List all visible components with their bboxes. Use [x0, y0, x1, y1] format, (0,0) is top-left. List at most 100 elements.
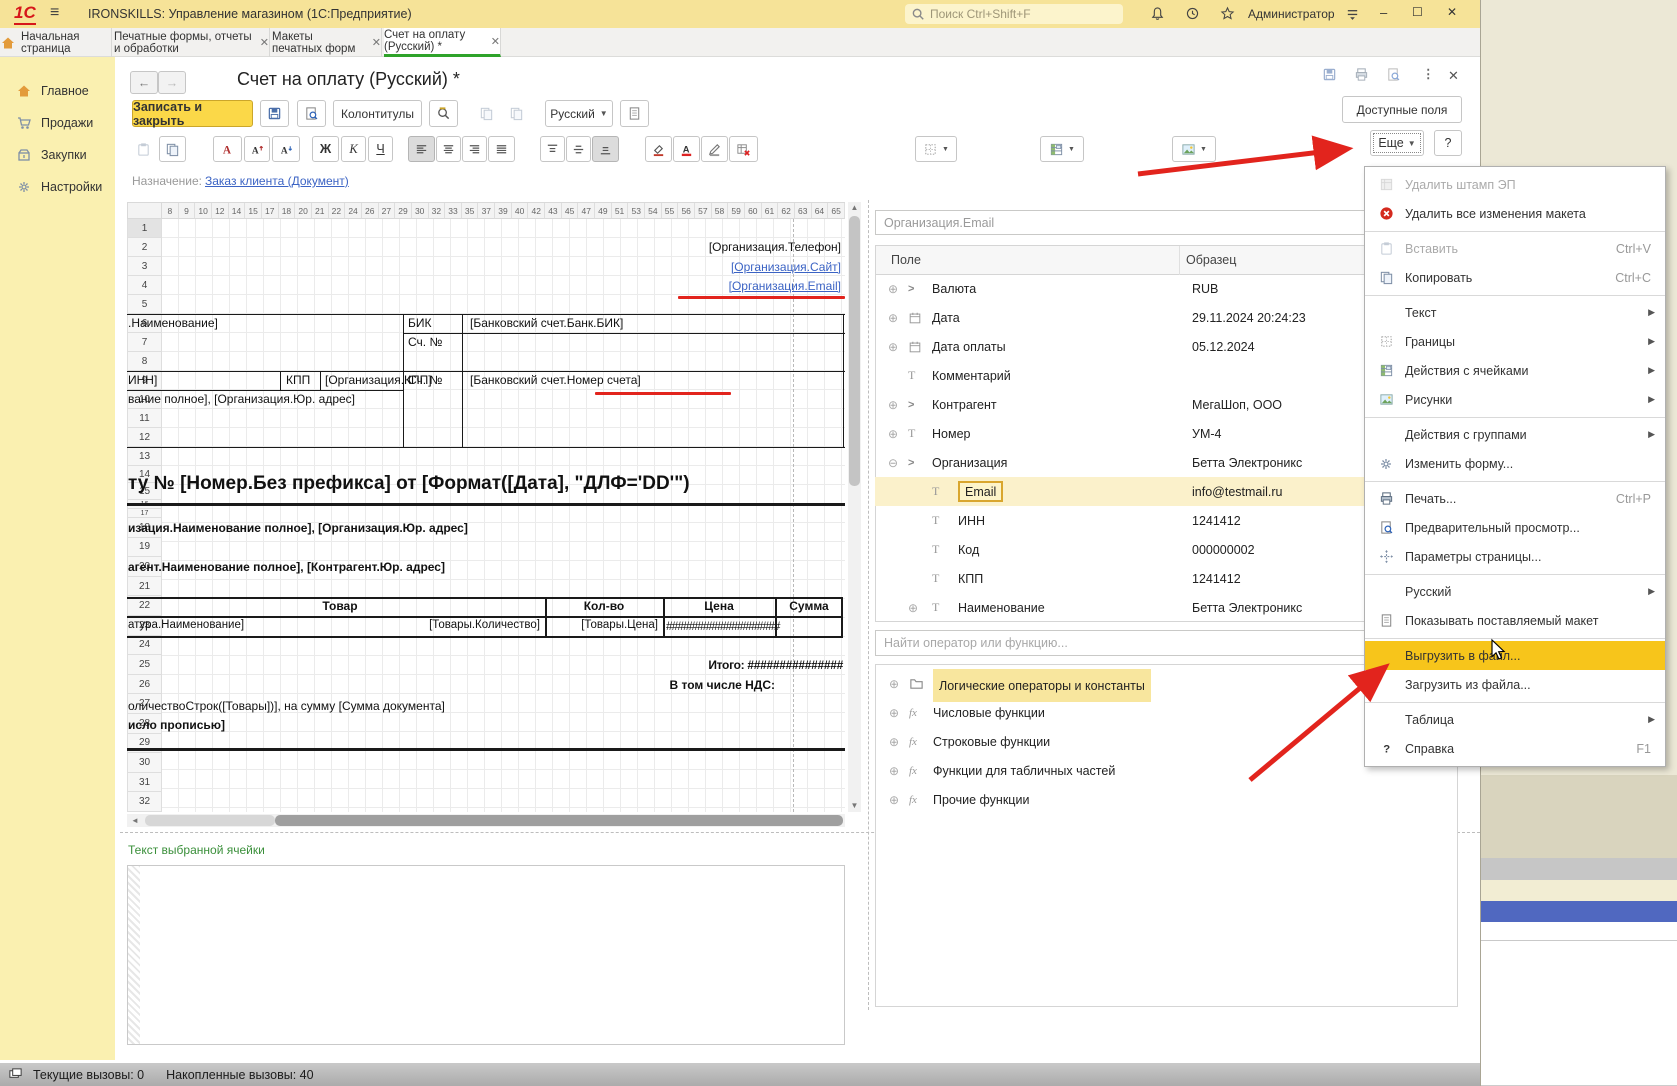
expand-plus-icon[interactable]: ⊕	[888, 419, 898, 448]
menu-item-12[interactable]: Изменить форму...	[1365, 449, 1665, 478]
field-label[interactable]: Организация	[932, 448, 1007, 477]
cell-actions-dropdown[interactable]: ▼	[1040, 136, 1084, 162]
column-header[interactable]: 22	[329, 203, 346, 219]
menu-item-11[interactable]: Действия с группами▶	[1365, 420, 1665, 449]
sheet-column-headers[interactable]: 8910121415171820212224262729303233353739…	[162, 202, 845, 219]
more-button[interactable]: Еще▼	[1370, 130, 1424, 156]
column-header[interactable]: 47	[578, 203, 595, 219]
scroll-track-left[interactable]	[145, 815, 275, 826]
column-header[interactable]: 37	[478, 203, 495, 219]
column-header[interactable]: 58	[712, 203, 729, 219]
column-header[interactable]: 63	[795, 203, 812, 219]
tab-close-icon[interactable]: ✕	[491, 35, 500, 48]
row-header[interactable]: 5	[127, 295, 162, 314]
font-decrease-button[interactable]: А	[272, 136, 300, 162]
row-header[interactable]: 30	[127, 753, 162, 773]
selected-cell-textarea[interactable]	[127, 865, 845, 1045]
cell-account-label-2[interactable]: Сч. №	[408, 373, 442, 387]
tab-1[interactable]: Печатные формы, отчеты и обработки✕	[114, 28, 270, 57]
cell-invoice-title[interactable]: ту № [Номер.Без префикса] от [Формат([Да…	[128, 473, 843, 495]
save-and-close-button[interactable]: Записать и закрыть	[132, 100, 253, 127]
bold-button[interactable]: Ж	[312, 136, 339, 162]
sheet-horizontal-scrollbar[interactable]: ◄	[127, 814, 845, 827]
tab-close-icon[interactable]: ✕	[260, 36, 269, 49]
window-minimize-button[interactable]: –	[1380, 5, 1387, 20]
window-close-button[interactable]: ✕	[1447, 5, 1457, 19]
column-header[interactable]: 20	[295, 203, 312, 219]
column-header[interactable]: 57	[695, 203, 712, 219]
column-header[interactable]: 12	[212, 203, 229, 219]
column-header[interactable]: 26	[362, 203, 379, 219]
field-label[interactable]: КПП	[958, 564, 983, 593]
expand-plus-icon[interactable]: ⊕	[889, 785, 899, 814]
main-menu-icon[interactable]: ≡	[50, 4, 59, 22]
column-header[interactable]: 35	[462, 203, 479, 219]
doc-kebab-menu-icon[interactable]: ⋮	[1422, 66, 1435, 81]
column-header[interactable]: 45	[562, 203, 579, 219]
cell-bik-label[interactable]: БИК	[408, 316, 432, 330]
save-button[interactable]	[260, 100, 289, 127]
valign-bottom-button[interactable]	[592, 136, 619, 162]
scroll-thumb[interactable]	[849, 216, 860, 486]
copy-button[interactable]	[159, 136, 186, 162]
column-header[interactable]: 15	[245, 203, 262, 219]
valign-top-button[interactable]	[540, 136, 565, 162]
fill-color-button[interactable]	[645, 136, 672, 162]
tab-2[interactable]: Макеты печатных форм✕	[272, 28, 382, 57]
borders-dropdown[interactable]: ▼	[915, 136, 957, 162]
cell-row-qty[interactable]: [Товары.Количество]	[429, 619, 540, 631]
scroll-left-arrow[interactable]: ◄	[131, 816, 139, 825]
notifications-bell-icon[interactable]	[1150, 6, 1165, 21]
menu-item-25[interactable]: ?СправкаF1	[1365, 734, 1665, 763]
cell-org-phone[interactable]: [Организация.Телефон]	[709, 240, 841, 254]
operator-group-label[interactable]: Строковые функции	[933, 727, 1050, 756]
global-search-input[interactable]: Поиск Ctrl+Shift+F	[905, 4, 1123, 24]
italic-button[interactable]: К	[341, 136, 366, 162]
operator-group-label[interactable]: Функции для табличных частей	[933, 756, 1115, 785]
menu-item-19[interactable]: Показывать поставляемый макет	[1365, 606, 1665, 635]
column-header[interactable]: 10	[195, 203, 212, 219]
cell-row-price[interactable]: [Товары.Цена]	[581, 619, 658, 631]
column-header[interactable]: 9	[179, 203, 196, 219]
column-header[interactable]: 40	[512, 203, 529, 219]
column-header[interactable]: 59	[728, 203, 745, 219]
scroll-up-arrow[interactable]: ▲	[848, 202, 861, 214]
column-header[interactable]: 30	[412, 203, 429, 219]
cell-org-site[interactable]: [Организация.Сайт]	[731, 260, 841, 274]
doc-preview-icon[interactable]	[1386, 67, 1401, 82]
sidebar-item-settings[interactable]: Настройки	[0, 173, 115, 201]
cell-header-cena[interactable]: Цена	[663, 599, 775, 613]
paste-button[interactable]	[130, 136, 157, 162]
sheet-vertical-scrollbar[interactable]: ▲ ▼	[848, 202, 861, 812]
menu-item-14[interactable]: Печать...Ctrl+P	[1365, 484, 1665, 513]
favorites-star-icon[interactable]	[1220, 6, 1235, 21]
operator-group-row[interactable]: ⊕fxПрочие функции	[876, 785, 1457, 814]
row-header[interactable]: 21	[127, 577, 162, 597]
font-increase-button[interactable]: А	[244, 136, 270, 162]
row-header[interactable]: 7	[127, 333, 162, 352]
row-header[interactable]: 25	[127, 655, 162, 675]
cell-inn[interactable]: ИНН]	[128, 373, 157, 387]
field-label-selected[interactable]: Email	[958, 479, 1003, 504]
column-header[interactable]: 61	[762, 203, 779, 219]
headers-footers-button[interactable]: Колонтитулы	[333, 100, 422, 127]
menu-item-4[interactable]: КопироватьCtrl+C	[1365, 263, 1665, 292]
row-header[interactable]: 12	[127, 428, 162, 447]
column-header[interactable]: 32	[429, 203, 446, 219]
cell-amount-words[interactable]: исло прописью]	[128, 718, 225, 732]
cell-contragent-line[interactable]: агент.Наименование полное], [Контрагент.…	[128, 560, 445, 574]
sheet-grid[interactable]	[162, 219, 845, 812]
cell-nds[interactable]: В том числе НДС:	[670, 678, 775, 692]
cell-kpp-label[interactable]: КПП	[286, 373, 310, 387]
expand-plus-icon[interactable]: ⊕	[908, 593, 918, 622]
font-button[interactable]: А	[213, 136, 242, 162]
history-icon[interactable]	[1185, 6, 1200, 21]
preview-button[interactable]	[297, 100, 326, 127]
align-left-button[interactable]	[408, 136, 435, 162]
help-button[interactable]: ?	[1434, 130, 1462, 156]
column-header[interactable]: 8	[162, 203, 179, 219]
column-header[interactable]: 27	[379, 203, 396, 219]
column-header[interactable]: 17	[262, 203, 279, 219]
field-label[interactable]: Дата	[932, 303, 960, 332]
layout-view-button[interactable]	[620, 100, 649, 127]
